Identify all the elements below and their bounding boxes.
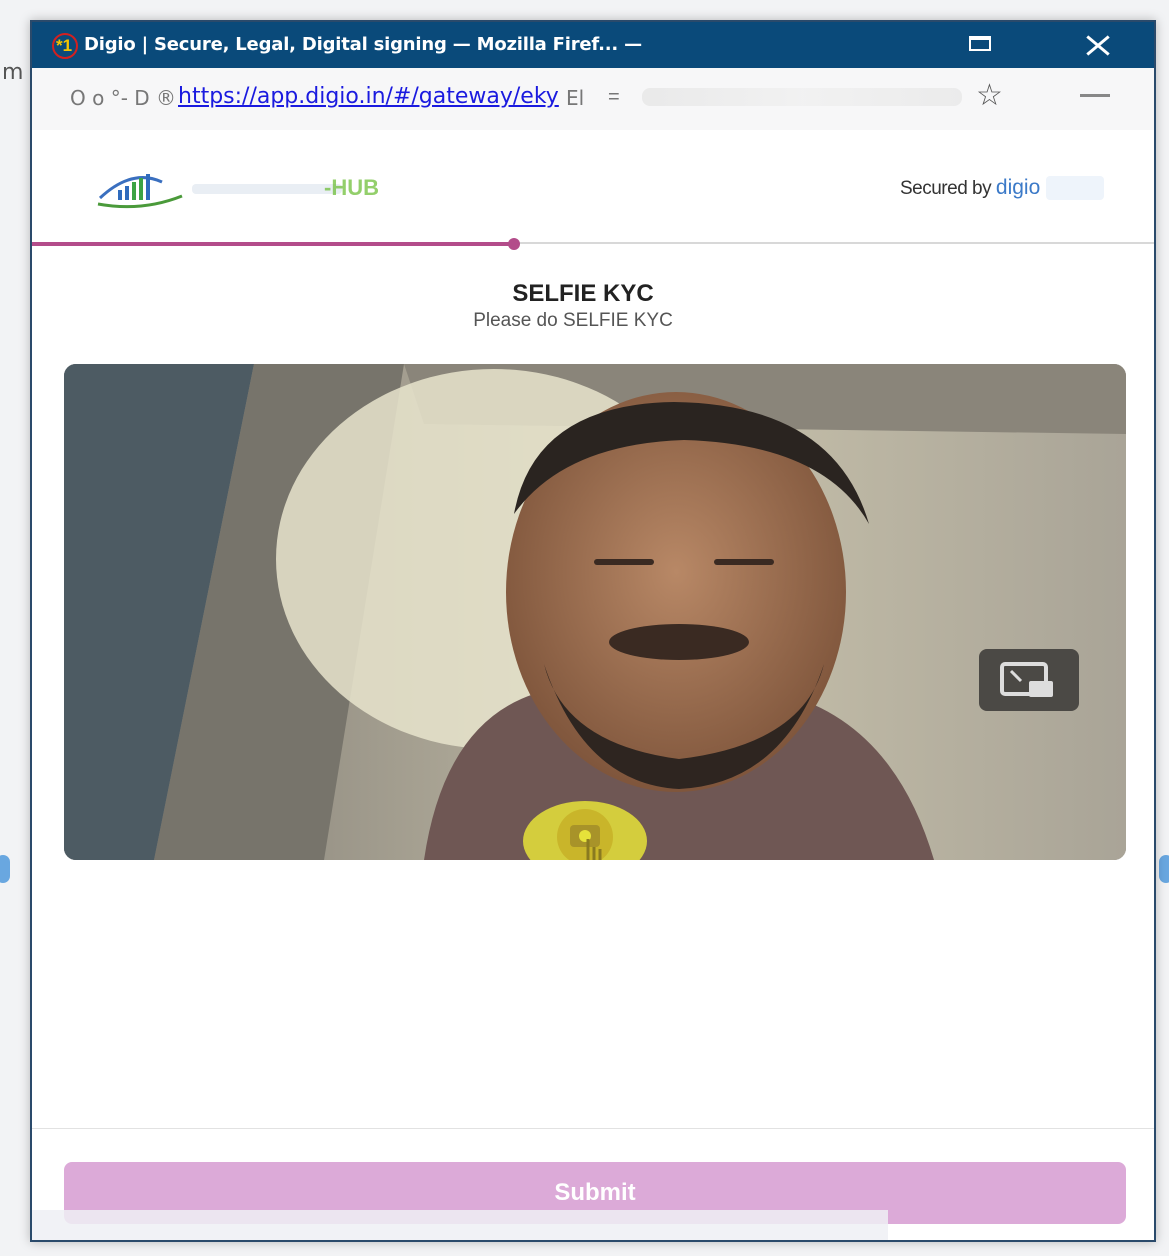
- badge-text: *1: [56, 36, 73, 55]
- close-icon[interactable]: [1080, 30, 1116, 60]
- digio-brand: digio: [995, 176, 1041, 199]
- background-dot: [0, 855, 10, 883]
- camera-capture-icon[interactable]: [522, 799, 648, 860]
- site-info-icons[interactable]: O o °- D ®: [70, 86, 176, 110]
- digio-header: -HUB Secured by digio: [32, 130, 1154, 244]
- brand-logo-faint: [1046, 176, 1104, 200]
- browser-popup-window: *1 Digio | Secure, Legal, Digital signin…: [30, 20, 1156, 1242]
- camera-preview: [64, 364, 1126, 860]
- address-bar: O o °- D ® https://app.digio.in/#/gatewa…: [32, 68, 1154, 131]
- secured-by-label: Secured by digio: [900, 176, 1040, 200]
- reader-mode-icon[interactable]: =: [608, 86, 620, 109]
- blurred-toolbar: [642, 88, 962, 106]
- page-subtitle: Please do SELFIE KYC: [473, 310, 673, 331]
- camera-feed: [64, 364, 1126, 860]
- url-link[interactable]: https://app.digio.in/#/gateway/eky: [178, 84, 559, 109]
- url-tail: El: [566, 86, 585, 110]
- maximize-icon[interactable]: [962, 30, 998, 60]
- background-window-edge: m: [2, 60, 24, 85]
- notification-badge: *1: [52, 33, 78, 59]
- menu-icon[interactable]: [1080, 94, 1110, 97]
- title-bar[interactable]: *1 Digio | Secure, Legal, Digital signin…: [32, 22, 1154, 68]
- progress-bar: [32, 242, 515, 246]
- brand-name: -HUB: [324, 175, 379, 200]
- window-title: Digio | Secure, Legal, Digital signing —…: [84, 34, 642, 55]
- progress-indicator: [508, 238, 521, 250]
- page-title: SELFIE KYC: [512, 280, 654, 307]
- background-dot: [1159, 855, 1169, 883]
- picture-in-picture-icon[interactable]: [979, 649, 1079, 711]
- secured-prefix: Secured by: [900, 178, 992, 199]
- taskbar-overlay: [32, 1210, 888, 1240]
- star-icon[interactable]: ☆: [976, 78, 1003, 113]
- footer-divider: [32, 1128, 1154, 1129]
